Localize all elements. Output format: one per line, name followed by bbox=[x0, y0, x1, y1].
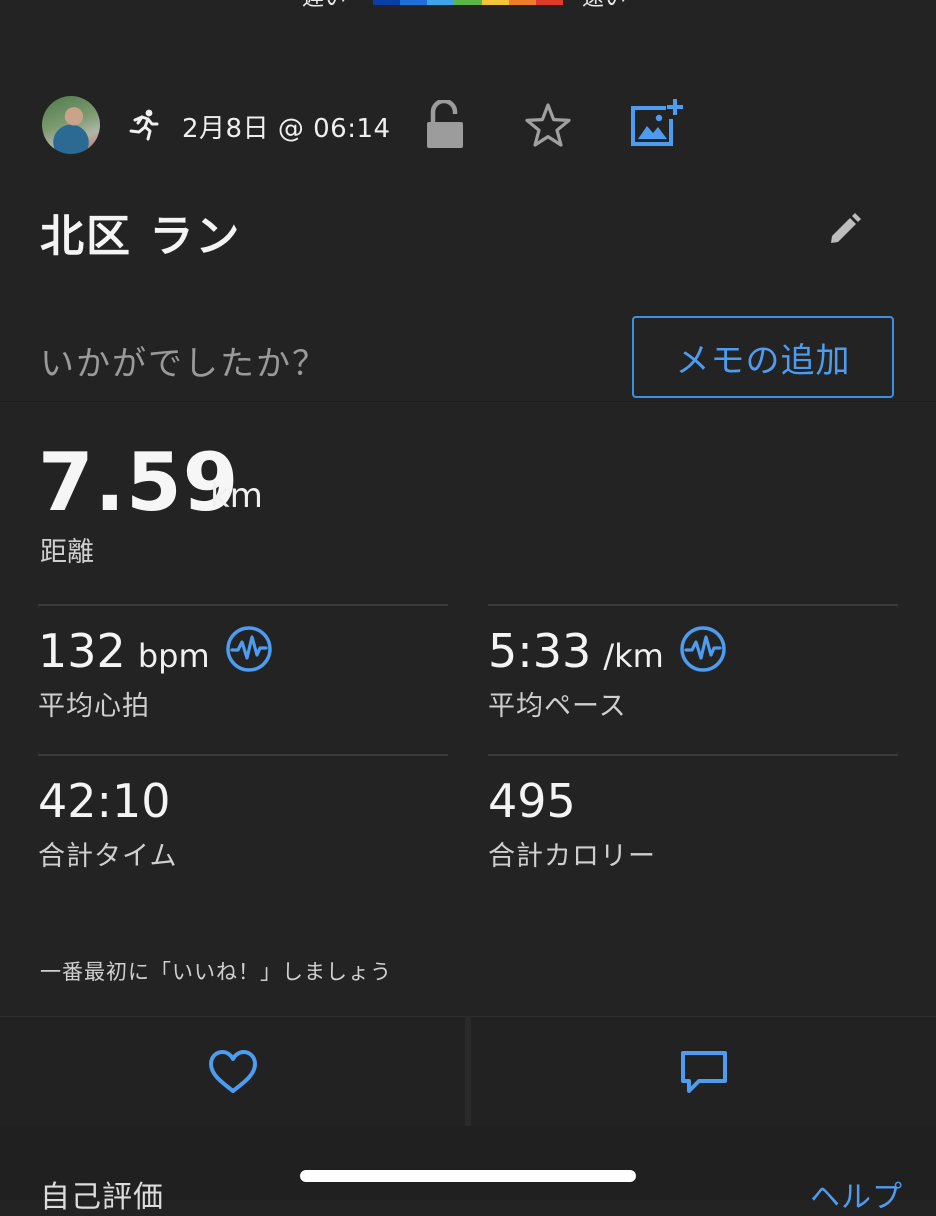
add-photo-icon[interactable] bbox=[630, 96, 684, 148]
legend-color-0 bbox=[373, 0, 401, 5]
total-calories-stat[interactable]: 495 合計カロリー bbox=[488, 754, 898, 906]
legend-fast-label: 速い bbox=[582, 0, 626, 12]
heart-rate-icon[interactable] bbox=[678, 624, 728, 674]
unlock-icon[interactable] bbox=[424, 100, 466, 150]
running-icon bbox=[129, 109, 159, 141]
feedback-question: いかがでしたか？ bbox=[40, 344, 328, 384]
divider bbox=[0, 401, 936, 402]
calories-value: 495 bbox=[488, 774, 576, 828]
legend-color-6 bbox=[535, 0, 563, 5]
avg-heart-rate-stat[interactable]: 132 bpm 平均心拍 bbox=[38, 604, 448, 756]
calories-label: 合計カロリー bbox=[488, 841, 656, 872]
legend-slow-label: 遅い bbox=[302, 0, 346, 12]
activity-date: 2月8日 @ 06:14 bbox=[182, 114, 391, 144]
activity-header: 2月8日 @ 06:14 bbox=[42, 96, 896, 154]
pace-color-bar bbox=[373, 0, 563, 5]
legend-color-3 bbox=[454, 0, 482, 5]
legend-color-2 bbox=[427, 0, 455, 5]
heart-rate-value: 132 bbox=[38, 624, 126, 678]
distance-label: 距離 bbox=[40, 537, 94, 568]
total-time-stat[interactable]: 42:10 合計タイム bbox=[38, 754, 448, 906]
star-outline-icon[interactable] bbox=[524, 102, 572, 148]
avatar[interactable] bbox=[42, 96, 100, 154]
pace-value: 5:33 bbox=[488, 624, 592, 678]
total-time-value: 42:10 bbox=[38, 774, 171, 828]
heart-outline-icon bbox=[208, 1049, 257, 1093]
heart-rate-label: 平均心拍 bbox=[38, 691, 150, 722]
add-memo-button[interactable]: メモの追加 bbox=[632, 316, 894, 398]
like-button[interactable] bbox=[0, 1016, 465, 1126]
distance-unit: km bbox=[210, 476, 263, 516]
avg-pace-stat[interactable]: 5:33 /km 平均ペース bbox=[488, 604, 898, 756]
activity-title: 北区 ラン bbox=[40, 211, 242, 262]
pace-unit: /km bbox=[603, 637, 664, 675]
social-action-bar bbox=[0, 1016, 936, 1126]
legend-color-5 bbox=[508, 0, 536, 5]
heart-rate-unit: bpm bbox=[137, 637, 210, 675]
legend-color-1 bbox=[400, 0, 428, 5]
home-indicator[interactable] bbox=[300, 1170, 636, 1182]
self-evaluation-heading: 自己評価 bbox=[40, 1180, 164, 1215]
pace-label: 平均ペース bbox=[488, 691, 627, 722]
heart-rate-icon[interactable] bbox=[224, 624, 274, 674]
comment-icon bbox=[680, 1050, 727, 1093]
like-prompt: 一番最初に「いいね！」しましょう bbox=[40, 960, 392, 984]
total-time-label: 合計タイム bbox=[38, 841, 178, 872]
pace-legend: 遅い 速い bbox=[0, 0, 936, 14]
help-link[interactable]: ヘルプ bbox=[810, 1172, 903, 1216]
legend-color-4 bbox=[481, 0, 509, 5]
pencil-icon[interactable] bbox=[826, 210, 864, 248]
comment-button[interactable] bbox=[471, 1016, 936, 1126]
